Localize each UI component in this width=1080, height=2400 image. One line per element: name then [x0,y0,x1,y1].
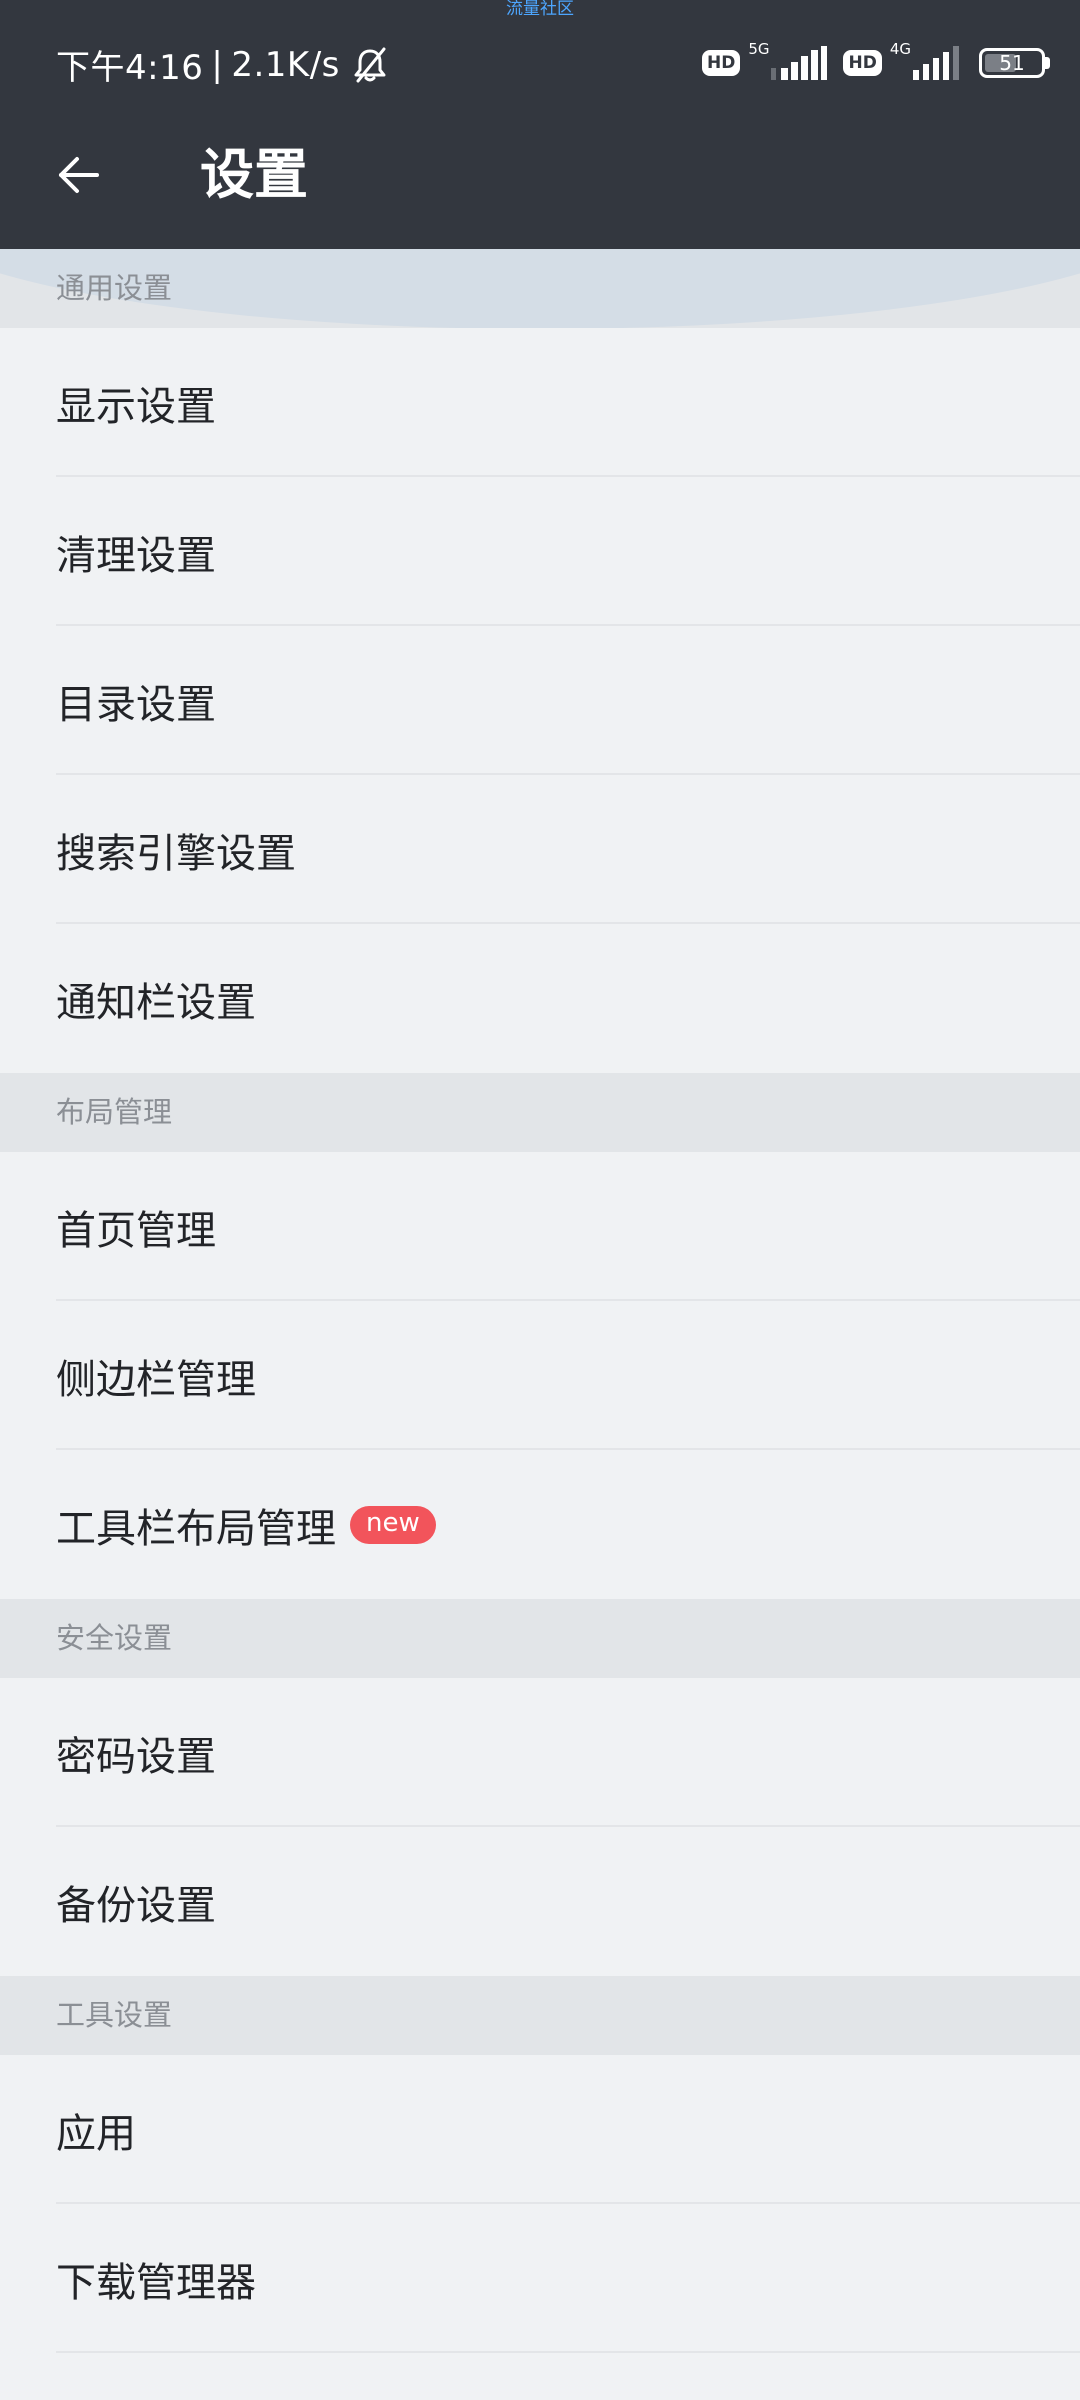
item-label: 搜索引擎设置 [56,830,296,877]
status-left: 下午4:16 | 2.1K/s [56,40,390,89]
item-label: 清理设置 [56,532,216,579]
item-label: 工具栏布局管理 [56,1505,336,1552]
item-label: 显示设置 [56,383,216,430]
item-label: 首页管理 [56,1207,216,1254]
status-bar: 下午4:16 | 2.1K/s HD 5G HD 4G 51 [0,30,1080,100]
settings-list: 通用设置 显示设置 清理设置 目录设置 搜索引擎设置 通知栏设置 布局管理 首页… [0,249,1080,2353]
section-header-tools: 工具设置 [0,1976,1080,2055]
status-time: 下午4:16 [56,48,204,88]
section-title: 安全设置 [56,1621,173,1655]
item-label: 应用 [56,2110,136,2157]
status-right: HD 5G HD 4G 51 [701,40,1050,86]
status-separator: | [211,44,224,85]
battery-icon: 51 [979,48,1045,78]
settings-item-directory[interactable]: 目录设置 [0,626,1080,775]
app-bar: 设置 [0,120,1080,230]
network-type-2: 4G [889,40,911,58]
hd-badge-2: HD [843,50,882,76]
settings-item-cleanup[interactable]: 清理设置 [0,477,1080,626]
item-label: 密码设置 [56,1733,216,1780]
signal-icon-1 [771,46,828,80]
page-title: 设置 [200,143,308,206]
item-label: 侧边栏管理 [56,1356,256,1403]
bell-off-icon [354,47,386,82]
top-label: 流量社区 [506,0,574,19]
settings-item-password[interactable]: 密码设置 [0,1678,1080,1827]
section-title: 通用设置 [56,271,173,305]
battery-level: 51 [999,51,1025,75]
arrow-left-icon [59,157,99,193]
settings-item-toolbar-layout[interactable]: 工具栏布局管理 new [0,1450,1080,1599]
settings-item-sidebar[interactable]: 侧边栏管理 [0,1301,1080,1450]
item-label: 下载管理器 [56,2259,256,2306]
section-header-layout: 布局管理 [0,1073,1080,1152]
settings-item-apps[interactable]: 应用 [0,2055,1080,2204]
settings-item-backup[interactable]: 备份设置 [0,1827,1080,1976]
settings-item-notification-bar[interactable]: 通知栏设置 [0,924,1080,1073]
new-badge: new [350,1505,436,1544]
hd-badge-1: HD [701,50,741,76]
item-label: 目录设置 [56,681,216,728]
section-title: 工具设置 [56,1998,173,2032]
network-type-1: 5G [748,40,770,58]
settings-item-download-manager[interactable]: 下载管理器 [0,2204,1080,2353]
item-label: 备份设置 [56,1882,216,1929]
network-speed: 2.1K/s [231,44,340,85]
back-button[interactable] [44,140,114,210]
settings-item-search-engine[interactable]: 搜索引擎设置 [0,775,1080,924]
section-title: 布局管理 [56,1095,173,1129]
settings-item-display[interactable]: 显示设置 [0,328,1080,477]
settings-item-homepage[interactable]: 首页管理 [0,1152,1080,1301]
item-label: 通知栏设置 [56,979,256,1026]
section-header-general: 通用设置 [0,249,1080,328]
signal-icon-2 [913,46,959,80]
section-header-security: 安全设置 [0,1599,1080,1678]
divider [56,2351,1080,2353]
header: 流量社区 下午4:16 | 2.1K/s HD 5G HD 4G 51 设置 [0,0,1080,249]
battery-nub [1045,57,1050,69]
